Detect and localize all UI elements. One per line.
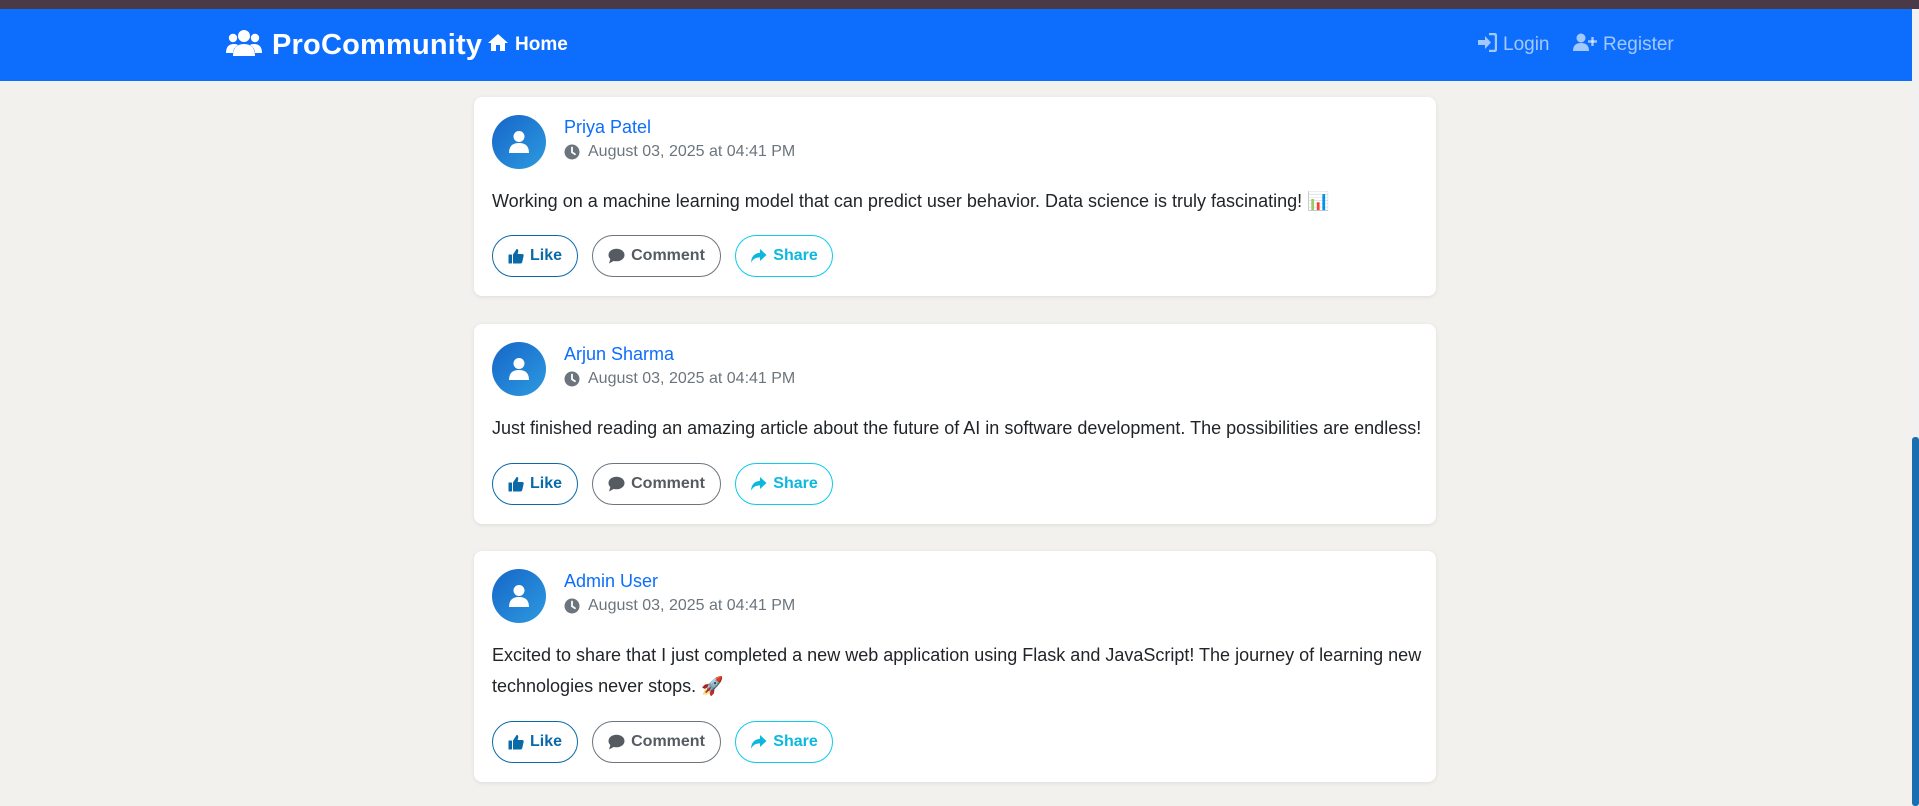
users-icon (226, 28, 262, 63)
thumbs-up-icon (508, 734, 524, 750)
window-top-strip (0, 0, 1919, 9)
like-label: Like (529, 733, 562, 750)
post-content: Just finished reading an amazing article… (492, 418, 1422, 438)
post-content: Excited to share that I just completed a… (492, 645, 1422, 696)
user-plus-icon (1573, 33, 1597, 58)
like-label: Like (529, 247, 562, 264)
comment-button[interactable]: Comment (592, 721, 721, 763)
clock-icon (564, 371, 580, 387)
post-timestamp: August 03, 2025 at 04:41 PM (564, 143, 795, 161)
share-icon (751, 735, 767, 749)
comment-label: Comment (631, 247, 705, 264)
share-label: Share (773, 733, 818, 750)
comment-icon (608, 248, 625, 264)
comment-icon (608, 734, 625, 750)
like-button[interactable]: Like (492, 463, 578, 505)
post-author[interactable]: Arjun Sharma (564, 344, 674, 365)
like-button[interactable]: Like (492, 721, 578, 763)
post-author[interactable]: Priya Patel (564, 117, 651, 138)
comment-icon (608, 476, 625, 492)
thumbs-up-icon (508, 248, 524, 264)
navbar: ProCommunity Home Login Register (0, 9, 1912, 81)
brand-name: ProCommunity (272, 28, 483, 61)
nav-home-link[interactable]: Home (487, 31, 568, 59)
share-icon (751, 249, 767, 263)
house-icon (487, 33, 509, 58)
post-card: Arjun Sharma August 03, 2025 at 04:41 PM… (474, 324, 1436, 524)
user-icon (509, 585, 529, 607)
post-timestamp: August 03, 2025 at 04:41 PM (564, 370, 795, 388)
nav-home-label: Home (515, 34, 568, 55)
share-button[interactable]: Share (735, 235, 833, 277)
post-timestamp-text: August 03, 2025 at 04:41 PM (588, 370, 796, 387)
nav-register-link[interactable]: Register (1573, 31, 1674, 59)
like-label: Like (529, 475, 562, 492)
clock-icon (564, 598, 580, 614)
post-timestamp-text: August 03, 2025 at 04:41 PM (588, 597, 796, 614)
share-button[interactable]: Share (735, 721, 833, 763)
post-card: Priya Patel August 03, 2025 at 04:41 PM … (474, 97, 1436, 296)
avatar (492, 342, 546, 396)
comment-label: Comment (631, 733, 705, 750)
post-author[interactable]: Admin User (564, 571, 658, 592)
nav-login-link[interactable]: Login (1477, 31, 1550, 59)
comment-button[interactable]: Comment (592, 235, 721, 277)
post-card: Admin User August 03, 2025 at 04:41 PM E… (474, 551, 1436, 782)
thumbs-up-icon (508, 476, 524, 492)
avatar (492, 569, 546, 623)
share-label: Share (773, 247, 818, 264)
post-timestamp: August 03, 2025 at 04:41 PM (564, 597, 795, 615)
brand-link[interactable]: ProCommunity (226, 27, 482, 63)
sign-in-icon (1477, 32, 1498, 58)
comment-button[interactable]: Comment (592, 463, 721, 505)
share-button[interactable]: Share (735, 463, 833, 505)
avatar (492, 115, 546, 169)
clock-icon (564, 144, 580, 160)
share-icon (751, 477, 767, 491)
post-content: Working on a machine learning model that… (492, 191, 1330, 211)
user-icon (509, 358, 529, 380)
post-timestamp-text: August 03, 2025 at 04:41 PM (588, 143, 796, 160)
user-icon (509, 131, 529, 153)
nav-register-label: Register (1603, 34, 1674, 55)
like-button[interactable]: Like (492, 235, 578, 277)
comment-label: Comment (631, 475, 705, 492)
nav-login-label: Login (1503, 34, 1550, 55)
page-scrollbar-thumb[interactable] (1912, 437, 1919, 806)
share-label: Share (773, 475, 818, 492)
